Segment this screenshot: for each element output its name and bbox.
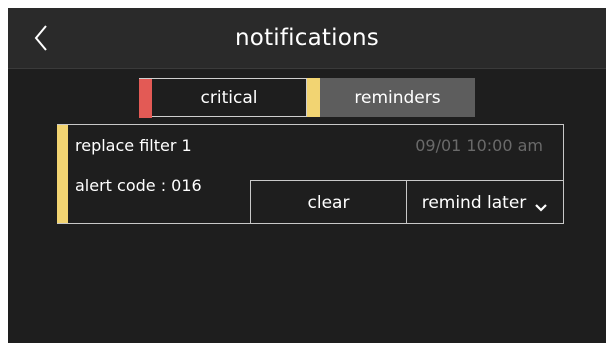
alert-code: alert code : 016 — [75, 176, 202, 195]
notification-card: replace filter 1 09/01 10:00 am alert co… — [57, 124, 564, 224]
tab-critical-label: critical — [200, 87, 258, 108]
tab-critical[interactable]: critical — [139, 78, 307, 118]
chevron-down-icon — [534, 198, 548, 212]
notification-actions: clear remind later — [250, 180, 563, 224]
tab-reminders[interactable]: reminders — [307, 78, 475, 117]
reminder-color-marker — [57, 125, 68, 223]
tab-reminders-label: reminders — [354, 87, 441, 108]
remind-later-dropdown[interactable]: remind later — [407, 181, 563, 224]
critical-color-marker — [139, 79, 152, 118]
header-bar: notifications — [8, 8, 606, 69]
tab-bar: critical reminders — [139, 78, 475, 118]
page-title: notifications — [235, 25, 379, 51]
remind-later-label: remind later — [421, 192, 527, 213]
notification-title: replace filter 1 — [75, 136, 192, 155]
notification-timestamp: 09/01 10:00 am — [415, 136, 543, 155]
chevron-left-icon — [24, 20, 60, 56]
back-button[interactable] — [24, 20, 60, 56]
clear-button-label: clear — [307, 192, 350, 213]
device-screen: notifications critical reminders replace… — [8, 8, 606, 343]
clear-button[interactable]: clear — [251, 181, 407, 224]
reminders-color-marker — [307, 78, 320, 117]
